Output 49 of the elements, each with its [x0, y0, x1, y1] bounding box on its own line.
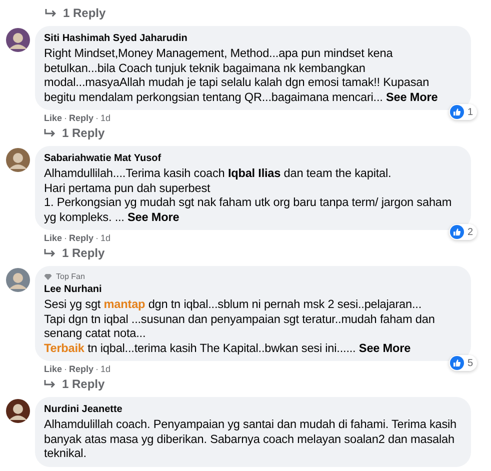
diamond-icon — [44, 274, 52, 280]
like-icon — [450, 356, 464, 370]
comment-text: 1. Perkongsian yg mudah sgt nak faham utk org baru tanpa term/ jargon saham yg kompleks. ... See More — [44, 195, 453, 224]
comment-action-link[interactable]: Like — [44, 364, 62, 374]
comment-time[interactable]: 1d — [100, 113, 111, 123]
comment-time[interactable]: 1d — [100, 364, 111, 374]
comment-text: Hari pertama pun dah superbest — [44, 180, 212, 195]
reply-arrow-icon — [43, 380, 56, 388]
reaction-count[interactable]: 2 — [449, 224, 477, 240]
separator-dot: · — [64, 233, 68, 243]
comment-action-link[interactable]: Like — [44, 113, 62, 123]
comment-action-link[interactable]: Reply — [69, 233, 94, 243]
comment-text: Right Mindset,Money Management, Method...apa pun mindset kena betulkan...bila Coach tunjuk teknik bagaimana nk kembangkan modal...masyaAllah mudah je tapi selalu kalah dgn emosi tamak!! Kupasan begitu mendalam perkongsian tentang QR...bagaimana mencari... See More — [44, 46, 439, 104]
commenter-name[interactable]: Lee Nurhani — [44, 283, 461, 296]
replies-link[interactable]: 1 Reply — [62, 377, 105, 391]
comment-text: Sesi yg sgt mantap dgn tn iqbal...sblum ni pernah msk 2 sesi..pelajaran... — [44, 297, 423, 312]
avatar[interactable] — [6, 148, 30, 172]
reply-arrow-icon — [44, 8, 57, 18]
separator-dot: · — [96, 364, 99, 374]
replies-link[interactable]: 1 Reply — [62, 246, 105, 260]
avatar[interactable] — [6, 399, 30, 423]
like-icon — [450, 225, 464, 239]
separator-dot: · — [64, 364, 68, 374]
like-icon — [450, 105, 464, 119]
comment-text: Tapi dgn tn iqbal ...susunan dan penyampaian sgt teratur..mudah faham dan senang catat nota... — [44, 312, 436, 340]
commenter-name[interactable]: Siti Hashimah Syed Jaharudin — [44, 32, 461, 45]
comment-action-link[interactable]: Reply — [69, 113, 94, 123]
separator-dot: · — [64, 113, 68, 123]
reply-arrow-icon — [43, 248, 56, 258]
comment-action-link[interactable]: Like — [44, 233, 62, 243]
see-more-link[interactable]: See More — [386, 90, 438, 104]
separator-dot: · — [96, 113, 99, 123]
reply-arrow-icon — [43, 128, 56, 138]
see-more-link[interactable]: See More — [128, 210, 180, 224]
commenter-name[interactable]: Nurdini Jeanette — [44, 403, 461, 416]
reaction-count[interactable]: 1 — [449, 104, 477, 120]
comment-action-link[interactable]: Reply — [69, 364, 94, 374]
separator-dot: · — [96, 233, 99, 243]
commenter-name[interactable]: Sabariahwatie Mat Yusof — [44, 152, 461, 165]
top-fan-label: Top Fan — [56, 272, 85, 281]
replies-link[interactable]: 1 Reply — [62, 126, 105, 140]
comment-time[interactable]: 1d — [100, 233, 111, 243]
comment-text: Terbaik tn iqbal...terima kasih The Kapital..bwkan sesi ini...... See More — [44, 340, 412, 355]
comment-text: Alhamdulillah coach. Penyampaian yg santai dan mudah di fahami. Terima kasih banyak atas masa yg diberikan. Sabarnya coach melayan soalan2 dan masalah teknikal. — [44, 417, 458, 460]
avatar[interactable] — [6, 28, 30, 52]
reaction-count[interactable]: 5 — [449, 355, 477, 371]
comment-text: Alhamdullilah....Terima kasih coach Iqbal Ilias dan team the kapital. — [44, 166, 392, 180]
see-more-link[interactable]: See More — [358, 340, 411, 354]
replies-link[interactable]: 1 Reply — [63, 6, 106, 20]
